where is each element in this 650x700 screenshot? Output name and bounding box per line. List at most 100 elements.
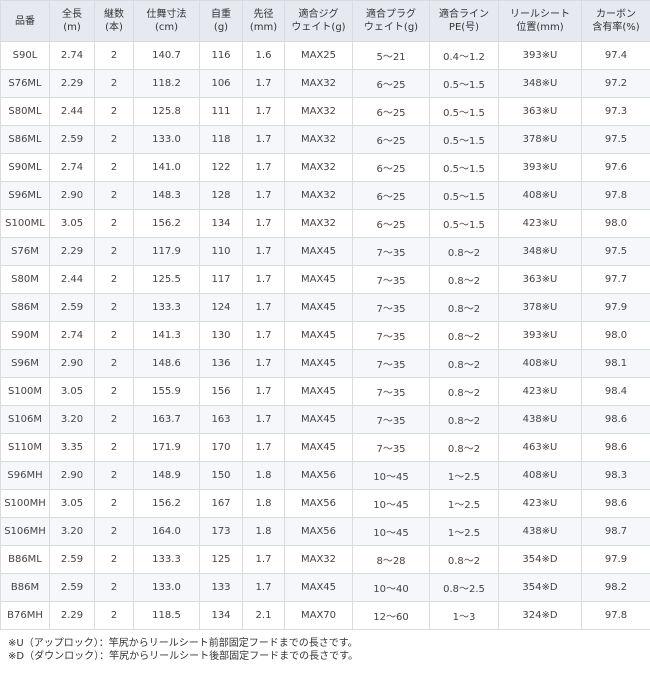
cell-tip-diameter: 1.7: [242, 293, 285, 322]
cell-carbon: 97.9: [581, 293, 650, 322]
header-reel-seat: リールシート 位置(mm): [498, 0, 582, 42]
cell-reel-seat: 348※U: [498, 237, 582, 266]
spec-page: 品番 全長 (m) 継数 (本) 仕舞寸法 (cm) 自重 (g) 先径 (mm) 適合ジグ ウェイト(…: [0, 0, 650, 663]
cell-model: S100ML: [0, 209, 50, 238]
table-row: S100MH 3.05 2 156.2 167 1.8 MAX56 10～45 1～2.5 423…: [0, 489, 650, 518]
cell-tip-diameter: 1.8: [242, 517, 285, 546]
cell-length: 2.59: [49, 293, 95, 322]
cell-carbon: 98.0: [581, 321, 650, 350]
cell-jig-weight: MAX32: [284, 97, 353, 126]
cell-length: 3.05: [49, 209, 95, 238]
header-length-line: (m): [63, 22, 81, 33]
cell-carbon: 97.5: [581, 237, 650, 266]
cell-length: 3.20: [49, 405, 95, 434]
cell-jig-weight: MAX45: [284, 265, 353, 294]
cell-plug-weight: 10～40: [352, 573, 430, 602]
cell-closed-length: 156.2: [133, 489, 200, 518]
cell-closed-length: 163.7: [133, 405, 200, 434]
cell-pieces: 2: [94, 349, 134, 378]
cell-length: 2.29: [49, 601, 95, 630]
cell-length: 2.59: [49, 125, 95, 154]
cell-closed-length: 164.0: [133, 517, 200, 546]
cell-model: S90ML: [0, 153, 50, 182]
cell-line-pe: 0.5～1.5: [429, 97, 499, 126]
cell-plug-weight: 10～45: [352, 489, 430, 518]
cell-pieces: 2: [94, 545, 134, 574]
cell-reel-seat: 324※D: [498, 601, 582, 630]
cell-jig-weight: MAX32: [284, 153, 353, 182]
cell-tip-diameter: 1.7: [242, 209, 285, 238]
cell-weight: 130: [199, 321, 243, 350]
footnote-uplock: ※U（アップロック）：竿尻からリールシート前部固定フードまでの長さです。: [8, 638, 358, 649]
cell-line-pe: 0.8～2: [429, 433, 499, 462]
cell-carbon: 97.7: [581, 265, 650, 294]
cell-jig-weight: MAX56: [284, 489, 353, 518]
cell-jig-weight: MAX32: [284, 181, 353, 210]
cell-carbon: 97.8: [581, 181, 650, 210]
cell-reel-seat: 363※U: [498, 97, 582, 126]
cell-model: S86M: [0, 293, 50, 322]
cell-model: S96M: [0, 349, 50, 378]
table-row: S76M 2.29 2 117.9 110 1.7 MAX45 7～35 0.8～2 348※U 9…: [0, 237, 650, 266]
cell-carbon: 97.6: [581, 153, 650, 182]
cell-weight: 122: [199, 153, 243, 182]
cell-tip-diameter: 1.7: [242, 573, 285, 602]
cell-tip-diameter: 1.8: [242, 461, 285, 490]
cell-weight: 134: [199, 209, 243, 238]
cell-closed-length: 133.3: [133, 293, 200, 322]
cell-closed-length: 117.9: [133, 237, 200, 266]
cell-jig-weight: MAX45: [284, 377, 353, 406]
cell-length: 2.90: [49, 349, 95, 378]
cell-line-pe: 0.8～2: [429, 321, 499, 350]
cell-jig-weight: MAX32: [284, 125, 353, 154]
cell-pieces: 2: [94, 97, 134, 126]
table-row: S106MH 3.20 2 164.0 173 1.8 MAX56 10～45 1～2.5 438…: [0, 517, 650, 546]
table-row: S76ML 2.29 2 118.2 106 1.7 MAX32 6～25 0.5～1.5 348…: [0, 69, 650, 98]
header-plug-weight-line: ウェイト(g): [363, 22, 419, 33]
header-model-line: 品番: [15, 15, 35, 27]
cell-model: S96MH: [0, 461, 50, 490]
cell-model: S80M: [0, 265, 50, 294]
cell-plug-weight: 7～35: [352, 265, 430, 294]
cell-tip-diameter: 1.7: [242, 433, 285, 462]
cell-length: 2.29: [49, 237, 95, 266]
header-model: 品番: [0, 0, 50, 42]
cell-closed-length: 140.7: [133, 41, 200, 70]
cell-weight: 133: [199, 573, 243, 602]
cell-plug-weight: 6～25: [352, 125, 430, 154]
cell-weight: 111: [199, 97, 243, 126]
cell-reel-seat: 354※D: [498, 545, 582, 574]
cell-line-pe: 0.5～1.5: [429, 153, 499, 182]
cell-plug-weight: 7～35: [352, 433, 430, 462]
cell-carbon: 98.2: [581, 573, 650, 602]
cell-line-pe: 0.5～1.5: [429, 209, 499, 238]
header-tip-diameter-line: 先径: [253, 9, 274, 20]
cell-weight: 163: [199, 405, 243, 434]
cell-model: B76MH: [0, 601, 50, 630]
cell-tip-diameter: 1.7: [242, 181, 285, 210]
cell-carbon: 98.6: [581, 433, 650, 462]
header-pieces-line: 継数: [104, 9, 124, 20]
cell-line-pe: 0.8～2.5: [429, 573, 499, 602]
header-length-line: 全長: [62, 9, 82, 20]
cell-reel-seat: 393※U: [498, 321, 582, 350]
cell-model: S106M: [0, 405, 50, 434]
header-plug-weight-line: 適合プラグ: [366, 9, 416, 20]
cell-length: 3.20: [49, 517, 95, 546]
header-jig-weight: 適合ジグ ウェイト(g): [284, 0, 353, 42]
cell-model: S100MH: [0, 489, 50, 518]
cell-length: 2.29: [49, 69, 95, 98]
header-row: 品番 全長 (m) 継数 (本) 仕舞寸法 (cm) 自重 (g) 先径 (mm) 適合ジグ ウェイト(…: [0, 0, 650, 42]
cell-length: 2.74: [49, 41, 95, 70]
cell-model: S96ML: [0, 181, 50, 210]
cell-jig-weight: MAX45: [284, 433, 353, 462]
footnote-downlock: ※D（ダウンロック）：竿尻からリールシート後部固定フードまでの長さです。: [8, 651, 359, 662]
header-length: 全長 (m): [49, 0, 95, 42]
cell-pieces: 2: [94, 293, 134, 322]
cell-weight: 128: [199, 181, 243, 210]
cell-weight: 124: [199, 293, 243, 322]
cell-model: S106MH: [0, 517, 50, 546]
cell-closed-length: 133.0: [133, 125, 200, 154]
cell-tip-diameter: 1.7: [242, 377, 285, 406]
cell-jig-weight: MAX25: [284, 41, 353, 70]
